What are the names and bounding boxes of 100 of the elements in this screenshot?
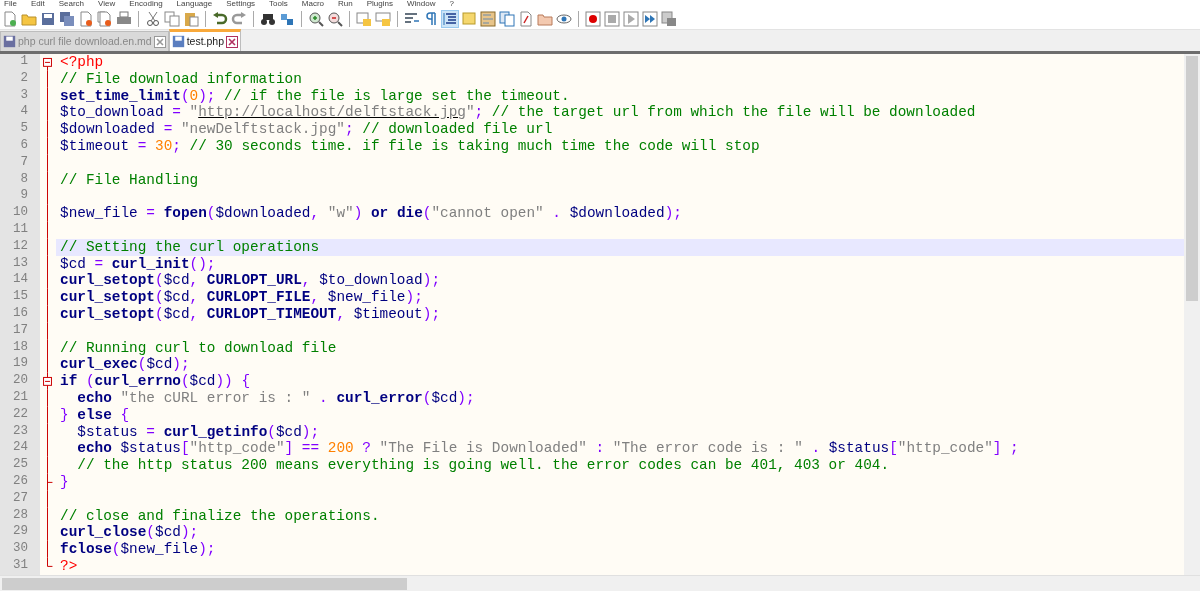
code-line: curl_exec($cd); [60,356,190,373]
line-number: 20 [12,373,29,390]
line-number: 6 [19,138,29,154]
code-line: // File Handling [60,171,199,188]
line-number: 31 [12,557,29,574]
pilcrow-icon[interactable] [423,10,439,27]
line-number: 4 [19,104,29,121]
line-number: 30 [12,541,29,558]
code-line: if (curl_errno($cd)) { [60,373,251,390]
vertical-scrollbar[interactable] [1184,54,1200,575]
documents-icon[interactable] [499,10,515,27]
line-number: 29 [12,524,29,541]
close-icon[interactable] [153,35,166,48]
line-number: 3 [19,87,29,104]
code-line: curl_close($cd); [60,524,199,541]
close-all-icon[interactable] [97,10,113,27]
line-number: 26 [12,473,29,490]
menu-item[interactable]: Language [176,0,213,8]
play-icon[interactable] [623,10,639,27]
line-number: 11 [12,221,29,238]
floppy-icon [3,35,16,48]
code-line: $cd = curl_init(); [60,255,216,272]
record-icon[interactable] [585,10,601,27]
stop-icon[interactable] [604,10,620,27]
line-number: 12 [12,238,29,255]
menu-item[interactable]: ? [449,0,454,8]
line-number: 23 [12,423,29,440]
line-number: 28 [12,507,29,524]
line-number: 17 [12,322,29,339]
code-line: fclose($new_file); [60,541,216,558]
line-number: 18 [12,339,29,356]
line-number: 2 [19,70,29,87]
code-line: // File download information [60,70,302,87]
menu-item[interactable]: Search [58,0,85,8]
menu-item[interactable]: Macro [301,0,325,8]
paste-icon[interactable] [183,10,199,27]
code-line: $timeout = 30; // 30 seconds time. if file is taking much time the code will stop [60,138,760,154]
code-line: } else { [60,406,130,423]
zoom-in-icon[interactable] [308,10,324,27]
menu-item[interactable]: Edit [30,0,45,8]
code-line: curl_setopt($cd, CURLOPT_URL, $to_download); [60,272,441,289]
line-number: 8 [19,171,29,188]
zoom-out-icon[interactable] [327,10,343,27]
code-line: } [60,473,69,490]
save-all-icon[interactable] [59,10,75,27]
line-number: 21 [12,389,29,406]
line-number: 25 [12,457,29,474]
line-number: 24 [12,440,29,457]
line-number: 15 [12,289,29,306]
line-number: 13 [12,255,29,272]
line-number: 22 [12,406,29,423]
code-line: $status = curl_getinfo($cd); [76,423,320,440]
menu-item[interactable]: Run [338,0,353,8]
copy-icon[interactable] [164,10,180,27]
menu-item[interactable]: Encoding [129,0,163,8]
menu-item[interactable]: Settings [226,0,256,8]
code-line: echo $status["http_code"] == 200 ? "The File is Downloaded" : "The error code is : " . $status["http_code"] ; [76,440,1019,457]
floppy-icon [171,35,185,48]
code-line: set_time_limit(0); // if the file is large set the timeout. [60,87,570,104]
save-icon[interactable] [40,10,56,27]
fold-toggle-icon[interactable] [43,57,52,71]
new-file-icon[interactable] [2,10,18,27]
line-number: 10 [12,205,29,222]
close-icon[interactable] [226,35,239,48]
menu-item[interactable]: Window [406,0,436,8]
printer-icon[interactable] [116,10,132,27]
code-line: $downloaded = "newDelftstack.jpg"; // downloaded file url [60,121,553,138]
code-line: echo "the cURL error is : " . curl_error($cd); [76,389,475,406]
indent-guide-icon[interactable] [442,10,458,27]
code-line: curl_setopt($cd, CURLOPT_FILE, $new_file); [60,289,423,306]
code-line: ?> [60,557,78,574]
code-line: curl_setopt($cd, CURLOPT_TIMEOUT, $timeout); [60,305,441,322]
code-line: $new_file = fopen($downloaded, "w") or die("cannot open" . $downloaded); [60,205,682,222]
fast-forward-icon[interactable] [642,10,658,27]
line-number: 14 [12,272,29,289]
code-line: $to_download = "http://localhost/delftstack.jpg"; // the target url from which the file will be downloaded [60,104,976,121]
file-tab[interactable]: test.php [168,29,242,51]
menu-item[interactable]: Plugins [366,0,393,8]
line-number: 16 [12,305,29,322]
scroll-thumb[interactable] [1186,56,1198,301]
menu-item[interactable]: View [98,0,116,8]
code-line: // close and finalize the operations. [60,507,380,524]
line-number: 7 [19,154,29,171]
line-number: 19 [12,356,29,373]
fold-toggle-icon[interactable] [43,373,52,390]
code-line: <?php [60,54,104,70]
scroll-thumb[interactable] [2,577,407,590]
line-number: 1 [19,54,29,70]
horizontal-scrollbar[interactable] [0,575,1200,591]
code-line: // Setting the curl operations [60,238,320,255]
menu-item[interactable]: File [4,0,17,8]
line-number: 5 [19,121,29,138]
undo-icon[interactable] [212,10,228,27]
window-icon[interactable] [661,10,677,27]
cut-icon[interactable] [145,10,161,27]
code-line: // the http status 200 means everything is going well. the error codes can be 401, 403 or 404. [76,457,890,474]
close-file-icon[interactable] [78,10,94,27]
menu-item[interactable]: Tools [269,0,288,8]
redo-icon[interactable] [231,10,247,27]
line-number: 27 [12,490,29,507]
